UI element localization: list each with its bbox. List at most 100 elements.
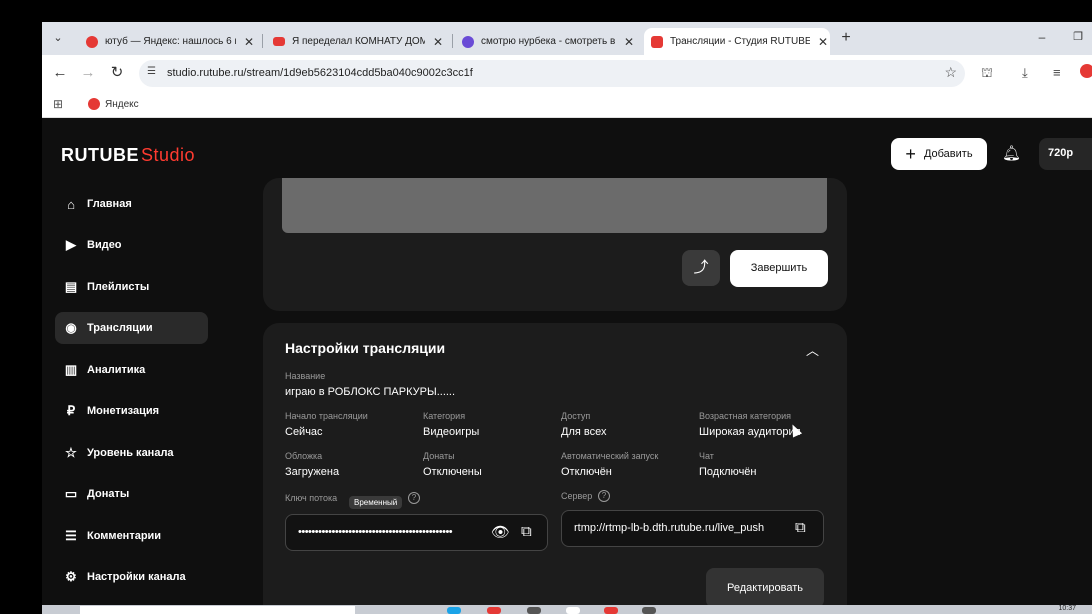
youtube-icon [273,37,285,46]
donations-label: Донаты [423,451,455,461]
rutube-studio-icon [651,35,663,48]
url-field[interactable]: ☰ studio.rutube.ru/stream/1d9eb5623104cd… [139,60,965,87]
tab-strip: ⌄ ютуб — Яндекс: нашлось 6 млн ✕ Я перед… [42,22,1092,55]
sidebar-item-video[interactable]: ▶ Видео [55,229,208,261]
close-icon[interactable]: ✕ [816,35,830,49]
sidebar-item-comments[interactable]: ☰ Комментарии [55,520,208,552]
category-value: Видеоигры [423,426,480,438]
site-info-icon[interactable]: ☰ [147,66,161,80]
comment-icon: ☰ [65,528,77,543]
sidebar-item-broadcasts[interactable]: ◉ Трансляции [55,312,208,344]
browser-tab-4[interactable]: Трансляции - Студия RUTUBE ✕ [644,28,830,55]
bookmarks-bar: ⊞ Яндекс [42,92,1092,118]
sidebar-item-label: Видео [87,239,122,251]
tab-title: Трансляции - Студия RUTUBE [670,36,810,47]
access-label: Доступ [561,411,591,421]
server-label: Сервер [561,491,593,501]
restore-icon[interactable]: ❐ [1068,27,1088,47]
gear-icon: ⚙ [65,569,77,584]
reload-icon[interactable]: ↻ [107,63,127,83]
cover-value: Загружена [285,466,340,478]
help-icon[interactable]: ? [598,490,610,502]
minimize-icon[interactable]: – [1032,27,1052,47]
new-tab-icon[interactable]: + [836,28,856,48]
temporary-badge: Временный [349,496,403,509]
url-text: studio.rutube.ru/stream/1d9eb5623104cdd5… [167,67,473,79]
taskbar-app-icon[interactable] [604,607,618,614]
bell-icon[interactable]: 🔔︎ [1002,144,1021,162]
tab-search-icon[interactable]: ⌄ [48,28,68,48]
bookmark-label: Яндекс [105,98,139,110]
autostart-label: Автоматический запуск [561,451,659,461]
browser-tab-3[interactable]: смотрю нурбека - смотреть в ✕ [460,28,636,55]
stream-key-label: Ключ потока [285,493,338,503]
rutube-studio-logo[interactable]: RUTUBE Studio [61,145,195,166]
logo-main: RUTUBE [61,145,139,165]
forward-icon[interactable]: → [78,63,98,83]
settings-title: Настройки трансляции [285,340,446,356]
sidebar-item-analytics[interactable]: ▥ Аналитика [55,354,208,386]
browser-tab-1[interactable]: ютуб — Яндекс: нашлось 6 млн ✕ [80,28,256,55]
address-bar: ← → ↻ ☰ studio.rutube.ru/stream/1d9eb562… [42,55,1092,92]
sidebar-item-playlists[interactable]: ▤ Плейлисты [55,271,208,303]
plus-icon: + [905,144,916,164]
rutube-icon [462,35,474,48]
sidebar-item-home[interactable]: ⌂ Главная [55,188,208,220]
share-icon: ⤴ [693,259,709,276]
taskbar-app-icon[interactable] [527,607,541,614]
stream-key-value: ••••••••••••••••••••••••••••••••••••••••… [298,526,453,538]
chat-value: Подключён [699,466,757,478]
download-icon[interactable]: ⤓ [1022,65,1028,81]
copy-icon[interactable]: ⧉ [795,519,806,536]
category-label: Категория [423,411,466,421]
add-button[interactable]: + Добавить [891,138,987,170]
edit-button[interactable]: Редактировать [706,568,824,608]
os-taskbar: 10:37 [42,605,1092,614]
chevron-up-icon[interactable]: ︿ [806,340,819,359]
stream-preview-card: ⤴ Завершить [263,178,847,311]
close-icon[interactable]: ✕ [622,35,636,49]
taskbar-search[interactable] [80,606,355,614]
taskbar-app-icon[interactable] [487,607,501,614]
age-value: Широкая аудитория [699,426,801,438]
sidebar-item-channel-level[interactable]: ☆ Уровень канала [55,437,208,469]
apps-grid-icon[interactable]: ⊞ [53,97,63,111]
stream-player[interactable] [282,178,827,233]
eye-icon[interactable]: 👁︎ [491,523,510,541]
sidebar-item-label: Монетизация [87,405,160,417]
sidebar-item-donations[interactable]: ▭ Донаты [55,478,208,510]
taskbar-app-icon[interactable] [447,607,461,614]
sidebar-item-monetization[interactable]: ₽ Монетизация [55,395,208,427]
sidebar-item-channel-settings[interactable]: ⚙ Настройки канала [55,561,208,593]
profile-icon[interactable] [1080,64,1092,78]
tab-title: ютуб — Яндекс: нашлось 6 млн [105,36,236,47]
help-icon[interactable]: ? [408,492,420,504]
name-value: играю в РОБЛОКС ПАРКУРЫ...... [285,386,456,398]
browser-window: ⌄ ютуб — Яндекс: нашлось 6 млн ✕ Я перед… [42,22,1092,614]
add-button-label: Добавить [923,148,973,160]
sidebar-item-label: Настройки канала [87,571,186,583]
copy-icon[interactable]: ⧉ [521,523,532,540]
autostart-value: Отключён [561,466,612,478]
yandex-bookmark[interactable]: Яндекс [88,98,139,110]
taskbar-app-icon[interactable] [566,607,580,614]
end-stream-button[interactable]: Завершить [730,250,828,287]
back-icon[interactable]: ← [50,63,70,83]
tab-title: Я переделал КОМНАТУ ДОМЕ [292,36,425,47]
close-icon[interactable]: ✕ [431,35,445,49]
close-icon[interactable]: ✕ [242,35,256,49]
stream-key-field[interactable]: ••••••••••••••••••••••••••••••••••••••••… [285,514,548,551]
bookmark-star-icon[interactable]: ☆ [944,64,957,81]
age-label: Возрастная категория [699,411,791,421]
quality-selector[interactable]: 720p [1039,138,1092,170]
extension-icon[interactable]: ⛫ [981,65,993,83]
share-button[interactable]: ⤴ [682,250,720,286]
taskbar-app-icon[interactable] [642,607,656,614]
browser-tab-2[interactable]: Я переделал КОМНАТУ ДОМЕ ✕ [269,28,445,55]
menu-icon[interactable]: ≡ [1053,65,1061,80]
start-value: Сейчас [285,426,323,438]
server-field[interactable]: rtmp://rtmp-lb-b.dth.rutube.ru/live_push… [561,510,824,547]
yandex-icon [88,98,100,110]
rutube-studio-page: RUTUBE Studio + Добавить 🔔︎ 720p ⌂ Главна… [42,118,1092,614]
cover-label: Обложка [285,451,323,461]
